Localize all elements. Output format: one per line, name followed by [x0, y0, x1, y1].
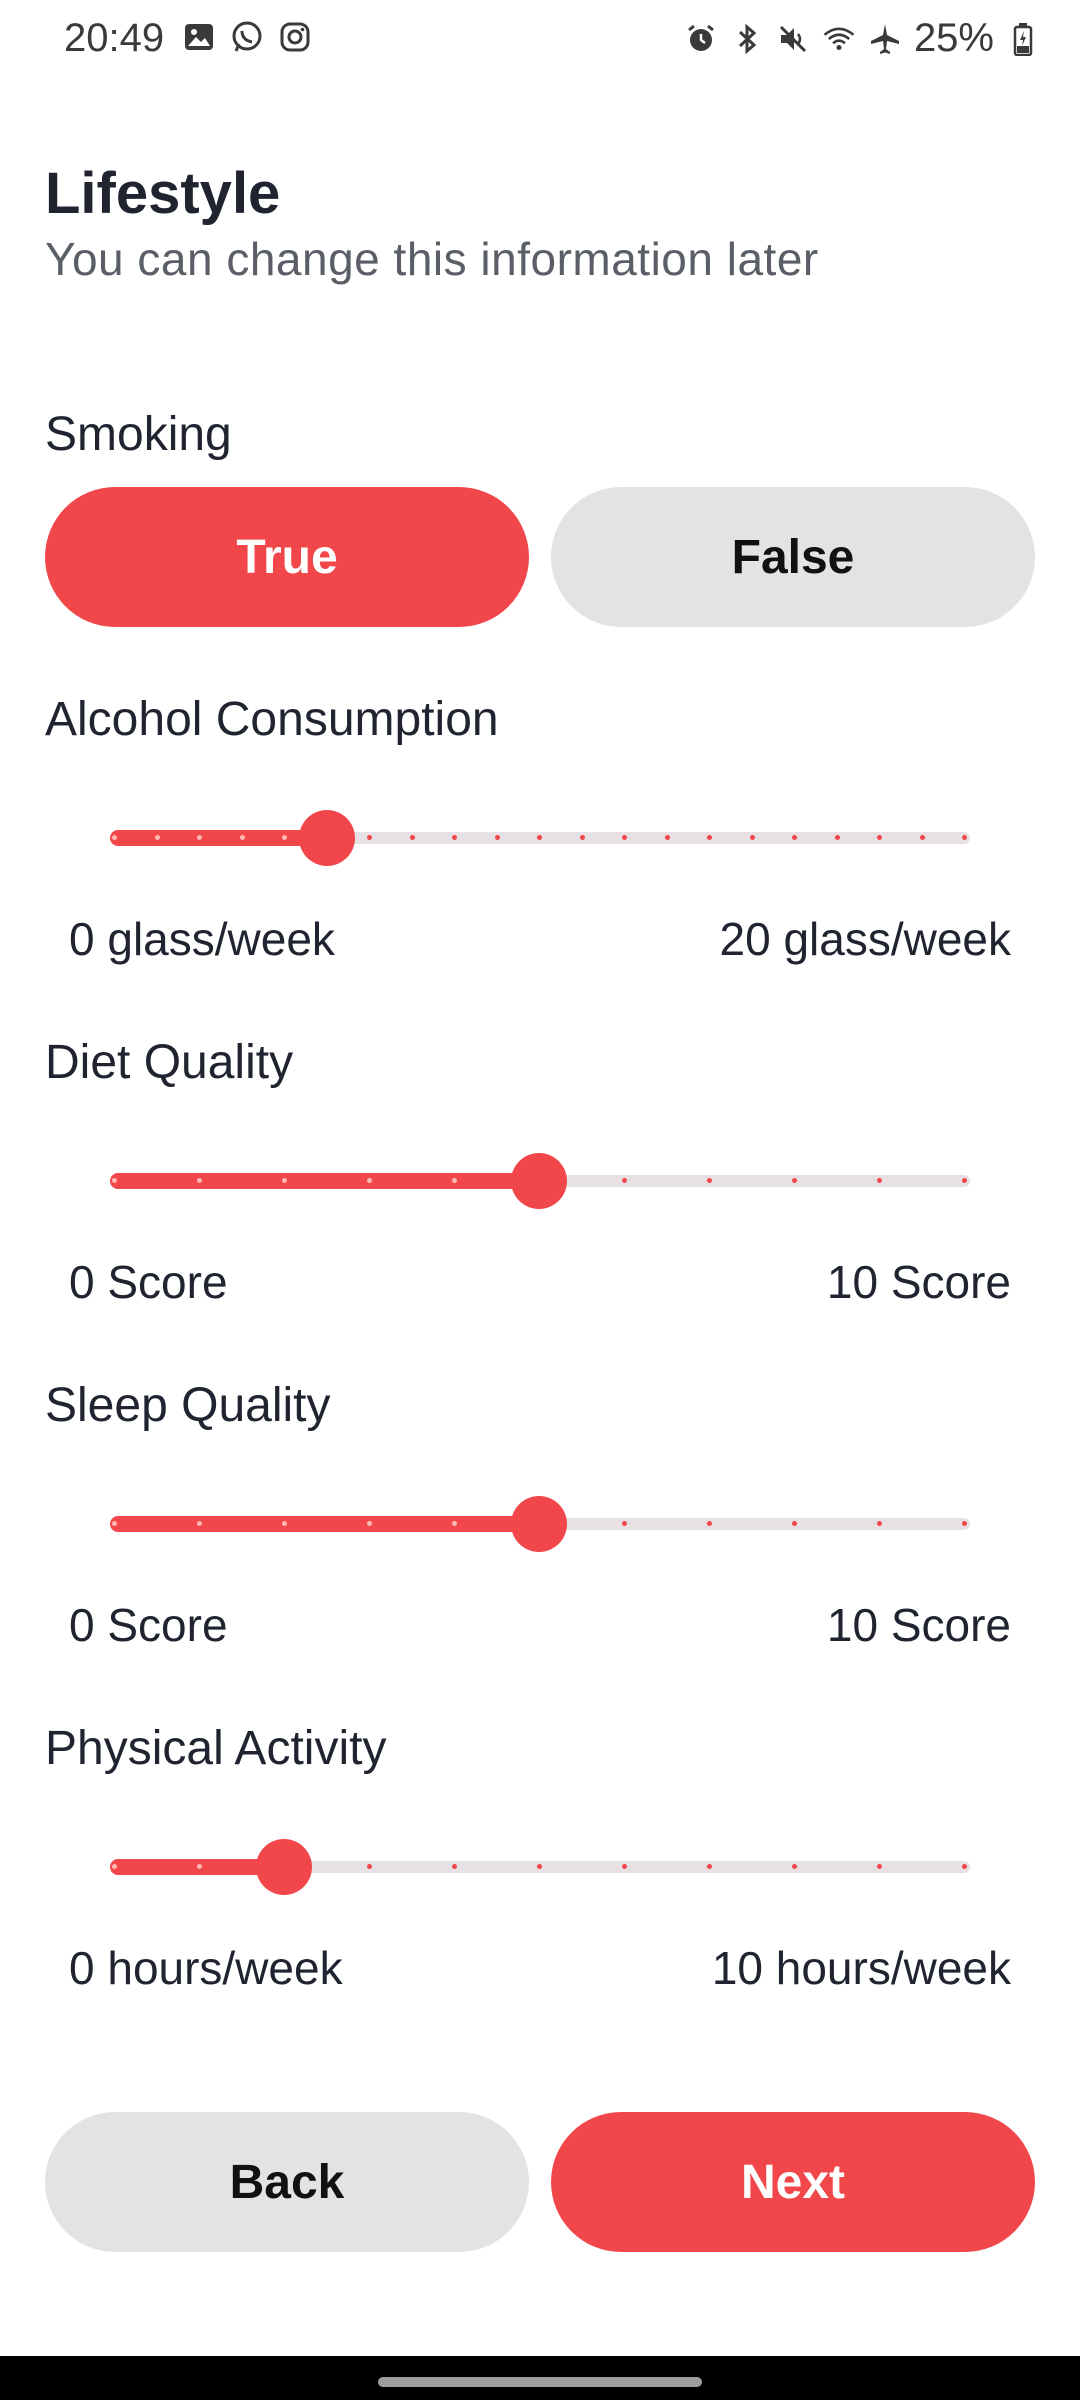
slider-fill [110, 1859, 280, 1875]
slider-tick [707, 835, 712, 840]
slider-tick [282, 1521, 287, 1526]
slider-fill [110, 1173, 535, 1189]
slider-tick [962, 1864, 967, 1869]
slider-tick [197, 1864, 202, 1869]
slider-tick [834, 835, 840, 840]
activity-slider[interactable] [110, 1837, 970, 1897]
diet-label: Diet Quality [45, 1036, 294, 1089]
slider-tick [877, 835, 882, 840]
slider-tick [622, 1178, 627, 1183]
slider-tick [792, 1178, 797, 1183]
slider-tick [112, 1178, 117, 1183]
airplane-icon [868, 22, 902, 56]
sleep-min-label: 0 Score [69, 1599, 228, 1651]
slider-tick [537, 1864, 542, 1869]
slider-tick [112, 1864, 117, 1869]
battery-percent: 25% [913, 16, 994, 60]
bluetooth-icon [730, 22, 764, 56]
slider-tick [452, 1521, 457, 1526]
slider-tick [749, 835, 755, 840]
slider-tick [409, 835, 415, 840]
slider-tick [622, 835, 627, 840]
activity-label: Physical Activity [45, 1722, 387, 1775]
slider-fill [110, 1516, 535, 1532]
slider-thumb[interactable] [298, 810, 355, 866]
slider-tick [112, 1521, 117, 1526]
slider-tick [707, 1521, 712, 1526]
slider-tick [197, 1178, 202, 1183]
alcohol-min-label: 0 glass/week [69, 913, 335, 965]
slider-tick [452, 835, 457, 840]
gallery-icon [182, 20, 216, 54]
slider-tick [877, 1521, 882, 1526]
slider-tick [962, 835, 967, 840]
activity-min-label: 0 hours/week [69, 1942, 343, 1994]
slider-tick [367, 1178, 372, 1183]
slider-tick [579, 835, 585, 840]
slider-tick [537, 835, 542, 840]
slider-tick [112, 835, 117, 840]
alarm-icon [684, 22, 718, 56]
next-button[interactable]: Next [551, 2112, 1035, 2252]
home-gesture-handle[interactable] [378, 2377, 702, 2387]
slider-fill [110, 830, 323, 846]
slider-tick [494, 835, 500, 840]
slider-tick [919, 835, 925, 840]
battery-icon [1006, 22, 1040, 56]
slider-tick [197, 835, 202, 840]
status-bar: 20:49 25% [0, 0, 1080, 80]
diet-max-label: 10 Score [826, 1256, 1011, 1308]
slider-thumb[interactable] [511, 1153, 567, 1209]
slider-tick [962, 1178, 967, 1183]
page-title: Lifestyle [45, 161, 281, 226]
instagram-icon [278, 20, 312, 54]
slider-tick [707, 1178, 712, 1183]
sleep-max-label: 10 Score [826, 1599, 1011, 1651]
slider-tick [367, 835, 372, 840]
slider-tick [282, 835, 287, 840]
slider-tick [367, 1864, 372, 1869]
page-subtitle: You can change this information later [45, 233, 819, 285]
alcohol-label: Alcohol Consumption [45, 693, 499, 746]
slider-tick [282, 1178, 287, 1183]
smoking-label: Smoking [45, 408, 232, 461]
slider-tick [877, 1864, 882, 1869]
smoking-false-button[interactable]: False [551, 487, 1035, 627]
slider-tick [877, 1178, 882, 1183]
slider-tick [622, 1521, 627, 1526]
alcohol-slider[interactable] [110, 808, 970, 868]
sleep-slider[interactable] [110, 1494, 970, 1554]
mute-icon [776, 22, 810, 56]
slider-thumb[interactable] [511, 1496, 567, 1552]
slider-tick [664, 835, 670, 840]
diet-slider[interactable] [110, 1151, 970, 1211]
slider-tick [792, 1864, 797, 1869]
diet-min-label: 0 Score [69, 1256, 228, 1308]
slider-tick [367, 1521, 372, 1526]
whatsapp-icon [230, 20, 264, 54]
slider-tick [197, 1521, 202, 1526]
slider-tick [962, 1521, 967, 1526]
back-button[interactable]: Back [45, 2112, 529, 2252]
alcohol-max-label: 20 glass/week [719, 913, 1012, 965]
slider-tick [707, 1864, 712, 1869]
slider-tick [239, 835, 245, 840]
sleep-label: Sleep Quality [45, 1379, 331, 1432]
status-time: 20:49 [64, 16, 165, 60]
slider-tick [452, 1864, 457, 1869]
slider-tick [792, 1521, 797, 1526]
activity-max-label: 10 hours/week [711, 1942, 1011, 1994]
wifi-icon [822, 22, 856, 56]
slider-tick [154, 835, 160, 840]
slider-tick [452, 1178, 457, 1183]
slider-tick [792, 835, 797, 840]
slider-thumb[interactable] [256, 1839, 312, 1895]
smoking-true-button[interactable]: True [45, 487, 529, 627]
slider-tick [622, 1864, 627, 1869]
